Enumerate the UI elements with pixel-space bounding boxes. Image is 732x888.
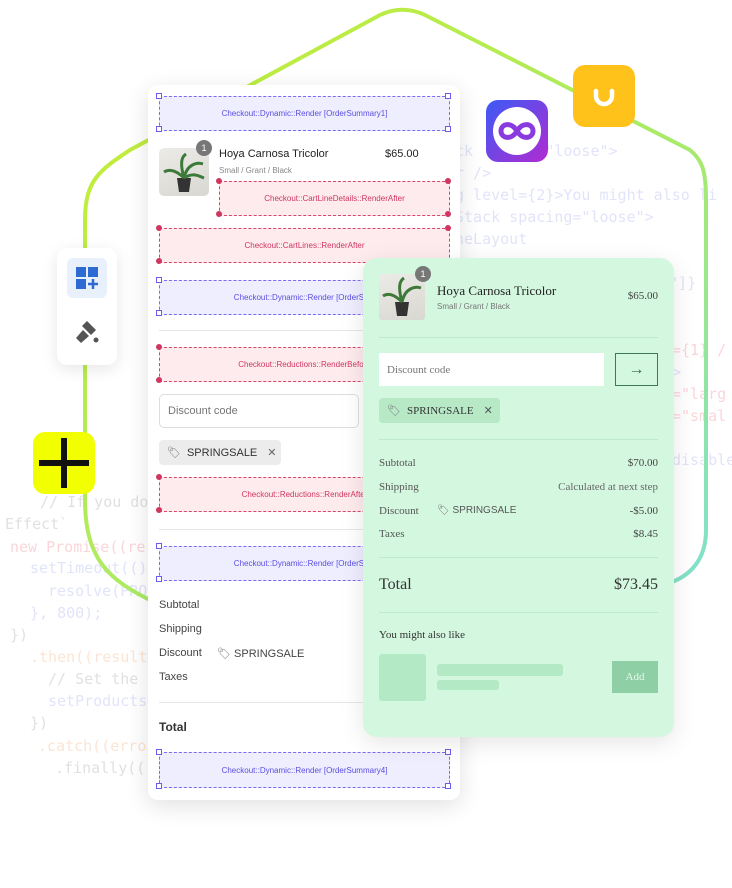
resize-handle[interactable] [156,507,162,513]
total-label: Total [379,576,412,593]
crosshair-app-icon [33,432,95,494]
resize-handle[interactable] [445,783,451,789]
extension-zone-order-summary-4[interactable]: Checkout::Dynamic::Render [OrderSummary4… [159,752,450,788]
resize-handle[interactable] [216,178,222,184]
taxes-label: Taxes [159,671,188,683]
zone-label: Checkout::Dynamic::Render [OrderSummary4… [221,765,388,775]
zone-label: Checkout::Reductions::RenderBefore [238,360,371,369]
arrow-right-icon: → [628,360,645,378]
resize-handle[interactable] [445,178,451,184]
quantity-badge: 1 [415,266,431,282]
taxes-label: Taxes [379,528,405,540]
product-name: Hoya Carnosa Tricolor [219,148,329,160]
discount-code-text: SPRINGSALE [234,648,305,660]
zone-label: Checkout::CartLineDetails::RenderAfter [264,194,405,203]
resize-handle[interactable] [445,225,451,231]
tag-icon: 🏷︎ [387,405,401,417]
resize-handle[interactable] [445,93,451,99]
product-variant: Small / Grant / Black [437,302,510,311]
resize-handle[interactable] [156,126,162,132]
taxes-value: $8.45 [633,528,658,540]
subtotal-value: $70.00 [627,457,658,469]
resize-handle[interactable] [156,93,162,99]
upsell-add-button[interactable]: Add [612,661,658,693]
add-block-icon [76,267,98,289]
remove-icon[interactable]: ✕ [484,404,493,417]
upsell-heading: You might also like [379,629,465,641]
discount-code-text: SPRINGSALE [452,505,517,516]
resize-handle[interactable] [156,576,162,582]
tag-icon: 🏷︎ [437,505,450,516]
shipping-label: Shipping [159,623,202,635]
style-button[interactable] [67,312,107,352]
discount-label: Discount [379,505,419,517]
divider [379,557,658,558]
upsell-price-placeholder [437,680,499,690]
quantity-badge: 1 [196,140,212,156]
discount-code-input[interactable] [379,353,604,386]
total-value: $73.45 [614,576,658,593]
resize-handle[interactable] [156,543,162,549]
shipping-label: Shipping [379,481,419,493]
resize-handle[interactable] [156,749,162,755]
zone-label: Checkout::Dynamic::Render [OrderSum [233,293,376,302]
zone-label: Checkout::CartLines::RenderAfter [244,241,365,250]
resize-handle[interactable] [156,258,162,264]
remove-icon[interactable]: ✕ [267,446,276,459]
divider [379,612,658,613]
discount-code: 🏷︎ SPRINGSALE [217,647,304,660]
tag-icon: 🏷︎ [167,447,181,459]
zone-label: Checkout::Dynamic::Render [OrderSum [233,559,376,568]
resize-handle[interactable] [216,211,222,217]
shipping-value: Calculated at next step [558,481,658,493]
subtotal-label: Subtotal [159,599,200,611]
infinity-app-icon [486,100,548,162]
applied-discount-chip: 🏷︎ SPRINGSALE ✕ [159,440,281,465]
add-block-button[interactable] [67,258,107,298]
smile-app-icon [573,65,635,127]
discount-label: Discount [159,647,202,659]
applied-discount-chip: 🏷︎ SPRINGSALE ✕ [379,398,500,423]
discount-code-label: SPRINGSALE [186,446,258,459]
resize-handle[interactable] [156,344,162,350]
product-price: $65.00 [385,148,419,160]
tag-icon: 🏷︎ [217,648,231,660]
checkout-preview-card: 1 Hoya Carnosa Tricolor Small / Grant / … [363,258,674,737]
divider [379,439,658,440]
zone-label: Checkout::Dynamic::Render [OrderSummary1… [221,109,388,118]
discount-value: -$5.00 [629,505,658,517]
discount-code: 🏷︎ SPRINGSALE [437,505,516,516]
product-variant: Small / Grant / Black [219,166,292,175]
resize-handle[interactable] [156,474,162,480]
subtotal-label: Subtotal [379,457,416,469]
upsell-title-placeholder [437,664,563,676]
editor-toolbar [57,248,117,365]
extension-zone-order-summary-1[interactable]: Checkout::Dynamic::Render [OrderSummary1… [159,96,450,131]
resize-handle[interactable] [445,126,451,132]
product-price: $65.00 [627,290,658,302]
total-label: Total [159,720,187,734]
paint-brush-icon [76,321,99,343]
resize-handle[interactable] [156,225,162,231]
resize-handle[interactable] [156,377,162,383]
resize-handle[interactable] [445,211,451,217]
divider [379,337,658,338]
upsell-image-placeholder [379,654,426,701]
discount-code-label: SPRINGSALE [406,404,474,417]
resize-handle[interactable] [445,749,451,755]
resize-handle[interactable] [156,277,162,283]
resize-handle[interactable] [156,783,162,789]
apply-discount-button[interactable]: → [615,353,658,386]
discount-code-input[interactable] [159,394,359,428]
zone-label: Checkout::Reductions::RenderAfter [241,490,368,499]
resize-handle[interactable] [156,310,162,316]
extension-zone-cart-line-details[interactable]: Checkout::CartLineDetails::RenderAfter [219,181,450,216]
product-name: Hoya Carnosa Tricolor [437,283,557,298]
